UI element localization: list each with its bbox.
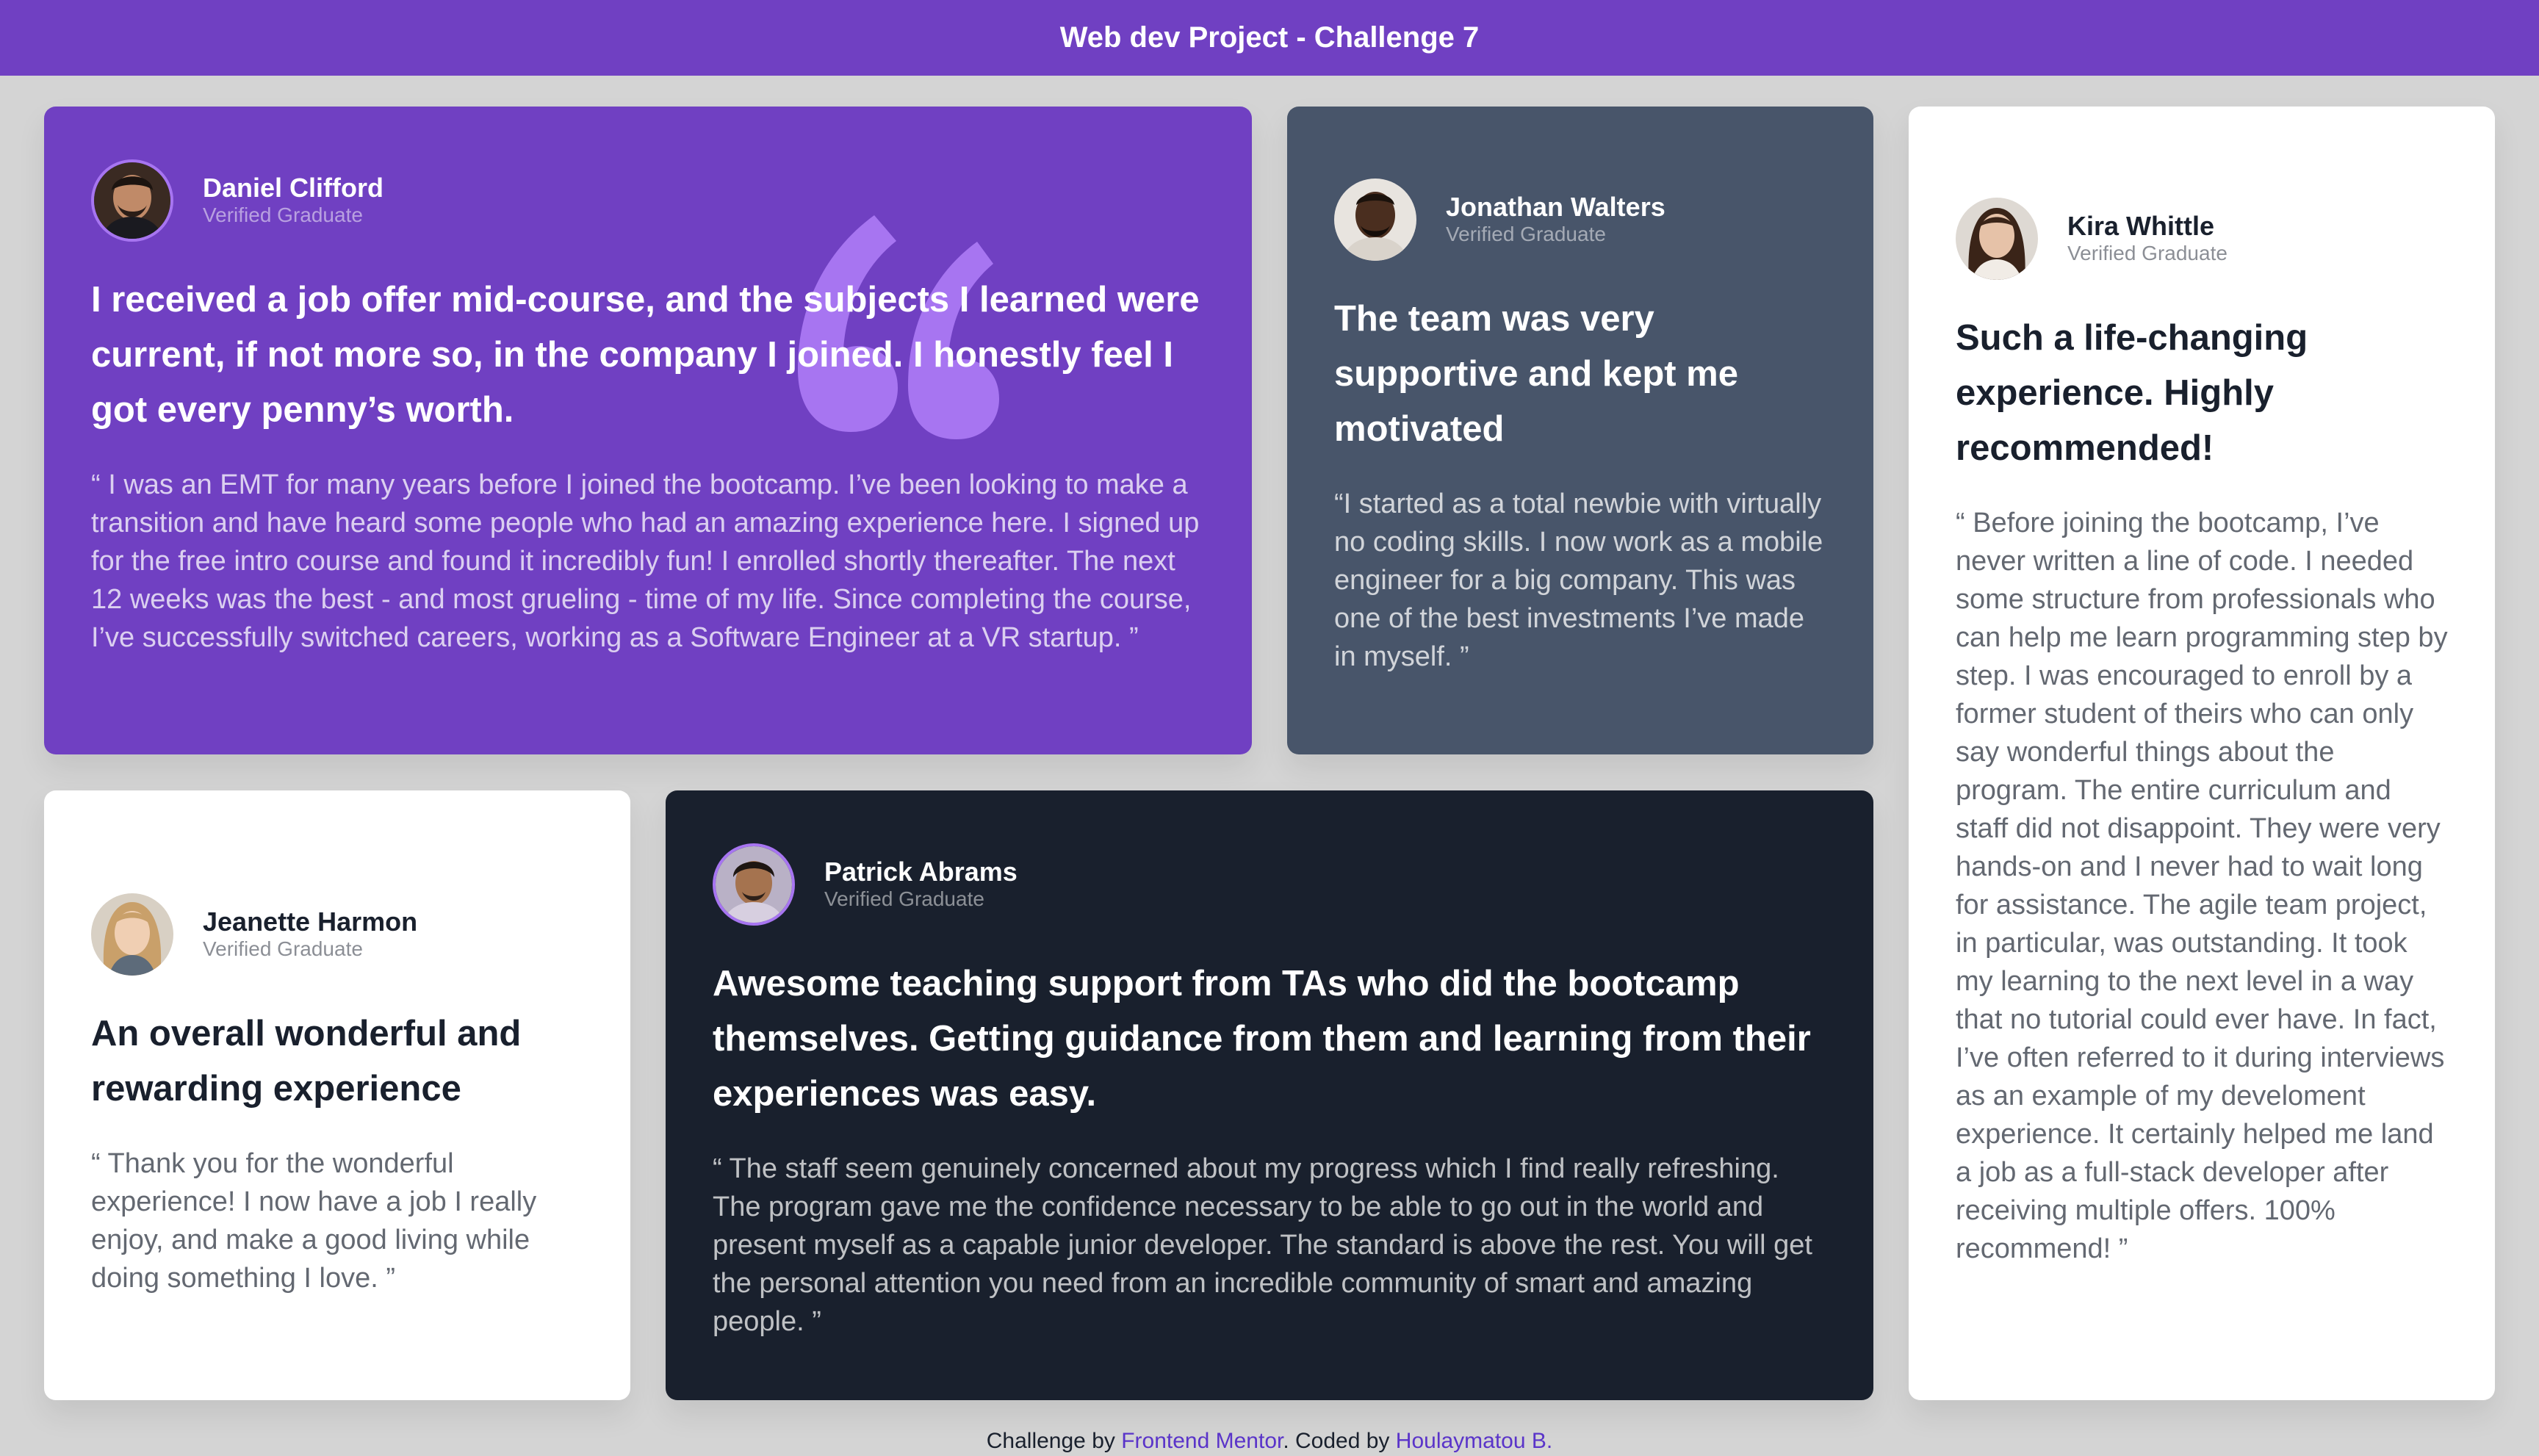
author-link[interactable]: Houlaymatou B. [1396, 1429, 1552, 1453]
testimonial-headline: Awesome teaching support from TAs who di… [713, 964, 1811, 1114]
attribution-middle: . Coded by [1283, 1429, 1396, 1453]
author-info: Daniel Clifford Verified Graduate [91, 159, 1205, 242]
testimonial-quote: “ I was an EMT for many years before I j… [91, 469, 1200, 653]
author-name: Jeanette Harmon [203, 907, 418, 937]
testimonial-quote: “ The staff seem genuinely concerned abo… [713, 1153, 1812, 1337]
author-info: Jonathan Walters Verified Graduate [1334, 179, 1826, 261]
author-name: Patrick Abrams [824, 857, 1018, 887]
testimonial-card-daniel: Daniel Clifford Verified Graduate I rece… [44, 107, 1252, 754]
avatar [91, 159, 173, 242]
testimonial-card-kira: Kira Whittle Verified Graduate Such a li… [1909, 107, 2495, 1400]
author-role: Verified Graduate [1446, 223, 1606, 245]
author-name: Daniel Clifford [203, 173, 384, 203]
testimonial-card-jeanette: Jeanette Harmon Verified Graduate An ove… [44, 790, 630, 1400]
page-title: Web dev Project - Challenge 7 [1059, 21, 1480, 54]
testimonial-quote: “ Before joining the bootcamp, I’ve neve… [1956, 508, 2448, 1264]
author-info: Jeanette Harmon Verified Graduate [91, 893, 583, 976]
testimonial-quote: “I started as a total newbie with virtua… [1334, 489, 1823, 672]
author-info: Kira Whittle Verified Graduate [1956, 198, 2448, 280]
testimonial-headline: I received a job offer mid-course, and t… [91, 280, 1200, 430]
author-role: Verified Graduate [824, 887, 984, 910]
attribution-footer: Challenge by Frontend Mentor. Coded by H… [0, 1429, 2539, 1454]
author-name: Jonathan Walters [1446, 192, 1665, 223]
author-role: Verified Graduate [203, 203, 363, 226]
avatar [1334, 179, 1416, 261]
testimonial-headline: Such a life-changing experience. Highly … [1956, 318, 2308, 468]
author-role: Verified Graduate [203, 937, 363, 960]
author-role: Verified Graduate [2067, 242, 2228, 264]
author-info: Patrick Abrams Verified Graduate [713, 843, 1826, 926]
testimonial-card-patrick: Patrick Abrams Verified Graduate Awesome… [666, 790, 1873, 1400]
frontend-mentor-link[interactable]: Frontend Mentor [1121, 1429, 1283, 1453]
avatar [1956, 198, 2038, 280]
avatar [713, 843, 795, 926]
testimonial-quote: “ Thank you for the wonderful experience… [91, 1148, 537, 1294]
testimonial-card-jonathan: Jonathan Walters Verified Graduate The t… [1287, 107, 1873, 754]
avatar [91, 893, 173, 976]
testimonial-headline: An overall wonderful and rewarding exper… [91, 1014, 522, 1109]
testimonial-headline: The team was very supportive and kept me… [1334, 299, 1739, 449]
page-header: Web dev Project - Challenge 7 [0, 0, 2539, 76]
author-name: Kira Whittle [2067, 211, 2215, 242]
attribution-prefix: Challenge by [986, 1429, 1122, 1453]
